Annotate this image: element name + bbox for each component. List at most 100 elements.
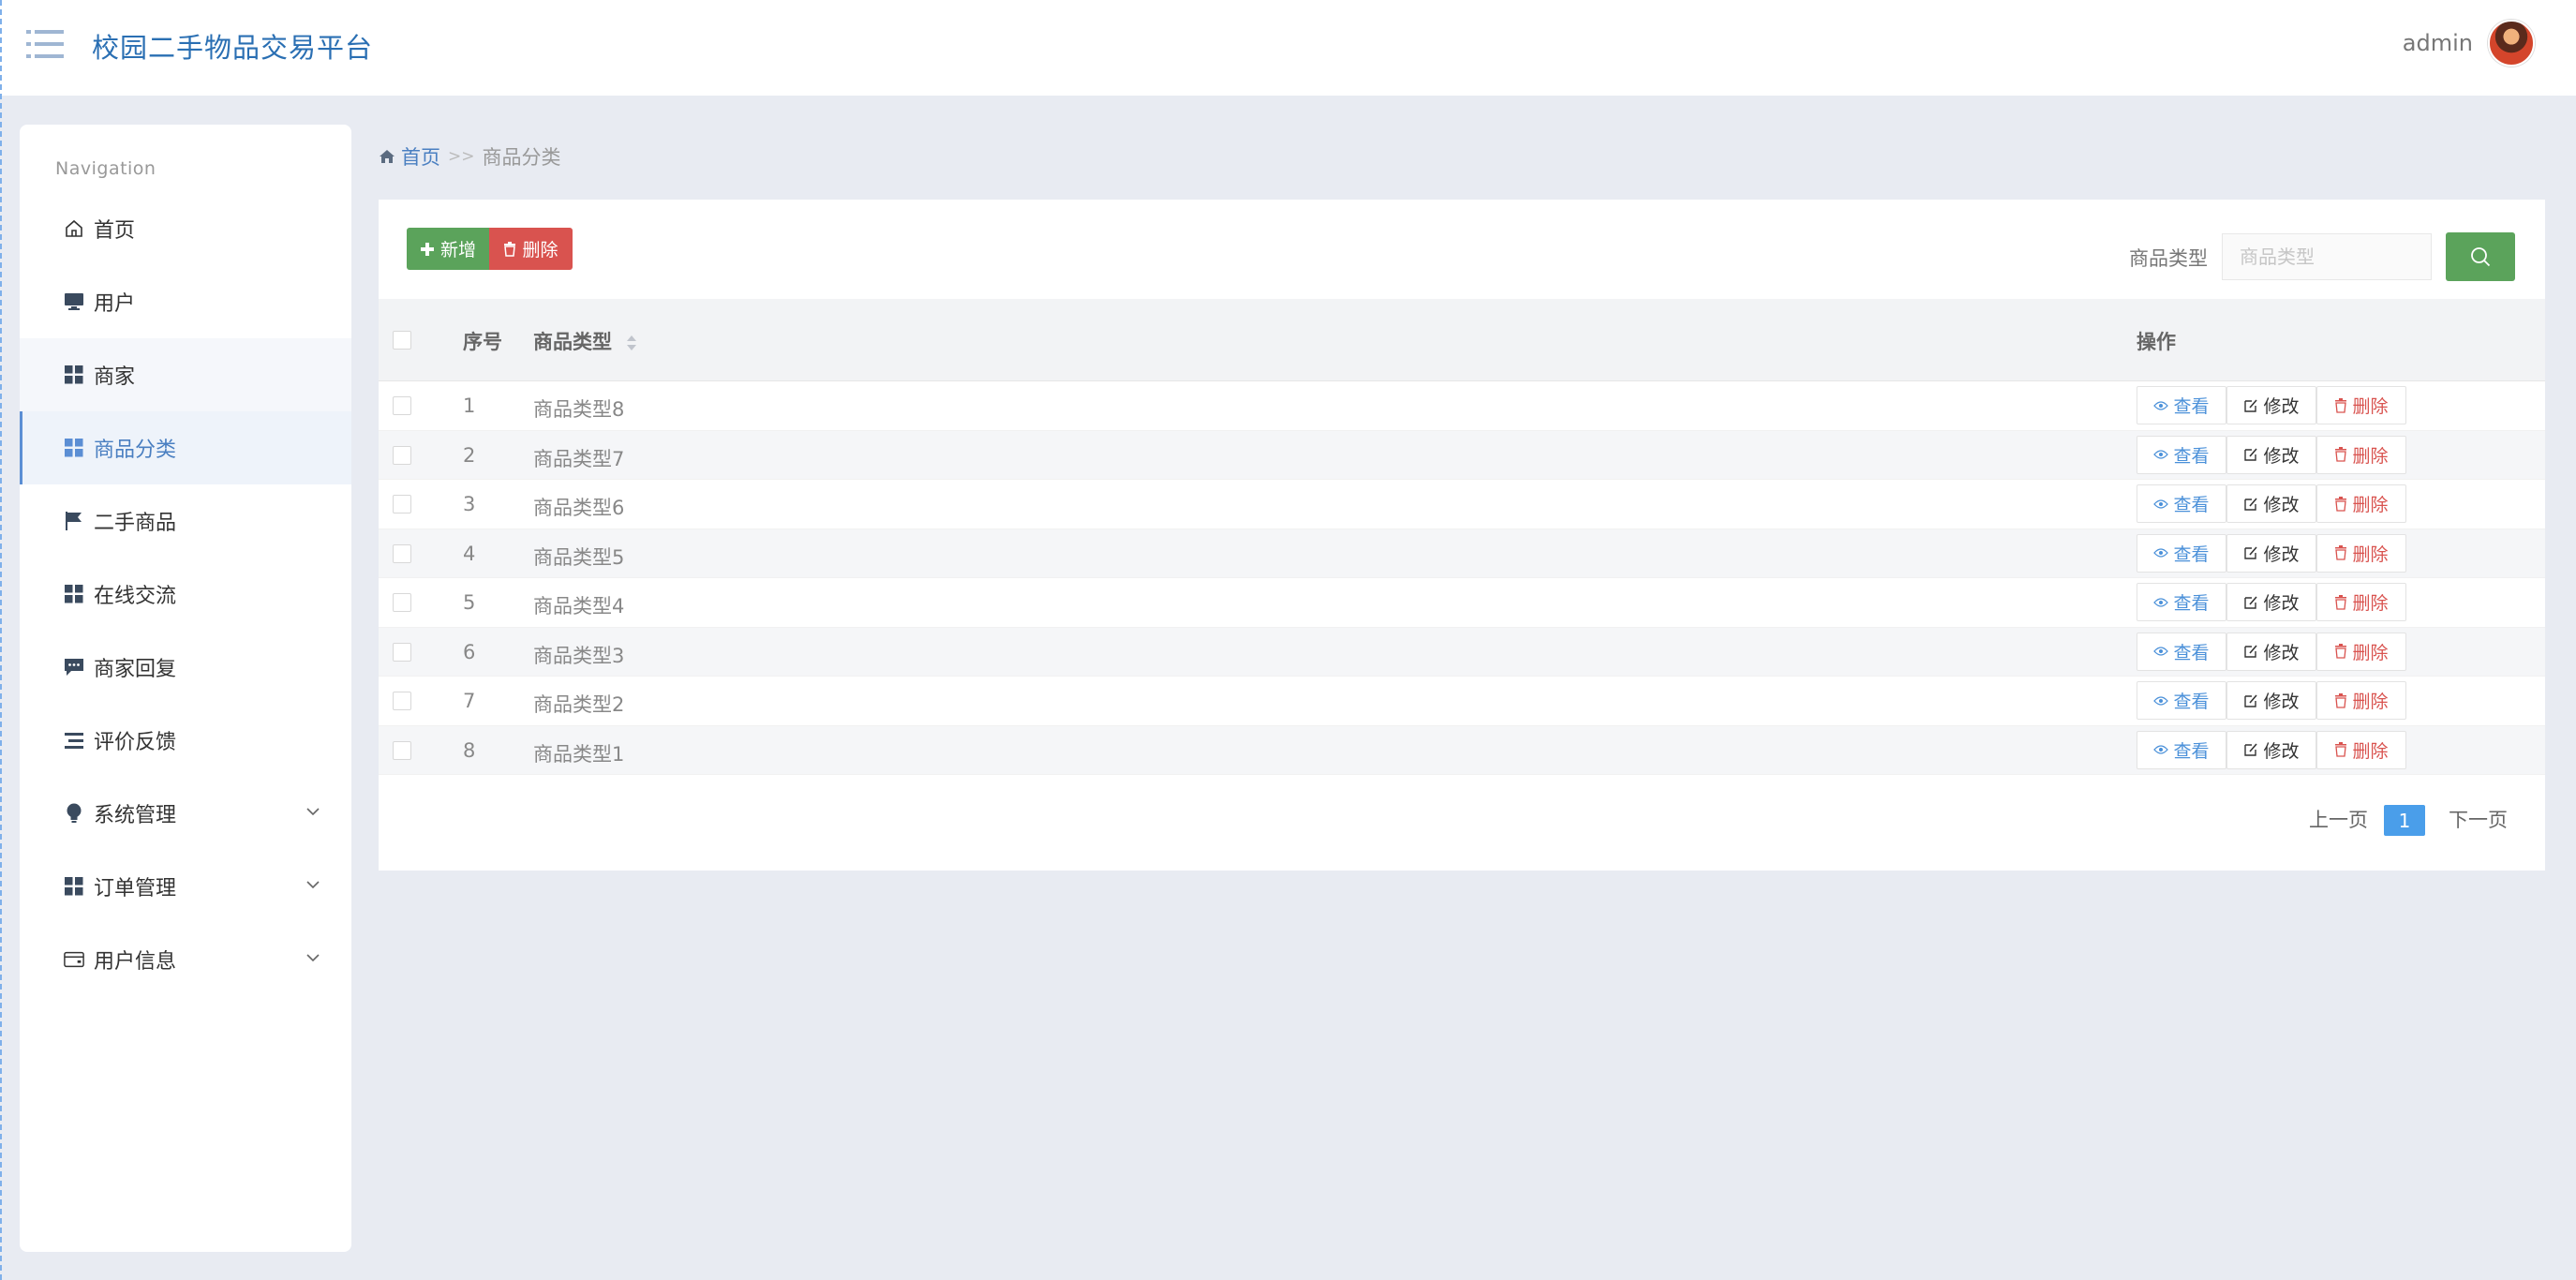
view-button[interactable]: 查看 bbox=[2137, 583, 2226, 621]
table-header: 序号 商品类型 操作 bbox=[379, 299, 2545, 381]
delete-label: 删除 bbox=[2352, 445, 2389, 467]
edit-label: 修改 bbox=[2263, 396, 2300, 417]
delete-label: 删除 bbox=[2352, 740, 2389, 762]
delete-button[interactable]: 删除 bbox=[2316, 533, 2406, 573]
sidebar-item-home[interactable]: 首页 bbox=[20, 192, 351, 265]
view-label: 查看 bbox=[2173, 445, 2210, 467]
edit-icon bbox=[2244, 398, 2258, 412]
trash-icon bbox=[2335, 545, 2347, 560]
sidebar-item-orders[interactable]: 订单管理 bbox=[20, 850, 351, 923]
delete-button[interactable]: 删除 bbox=[2316, 583, 2406, 621]
batch-delete-button[interactable]: 删除 bbox=[489, 228, 573, 270]
sidebar-item-chat[interactable]: 在线交流 bbox=[20, 558, 351, 631]
eye-icon bbox=[2153, 548, 2169, 558]
breadcrumb-home-label: 首页 bbox=[401, 146, 440, 169]
delete-label: 删除 bbox=[2352, 593, 2389, 614]
eye-icon bbox=[2153, 597, 2169, 607]
sidebar-item-categories[interactable]: 商品分类 bbox=[20, 411, 351, 484]
edit-button[interactable]: 修改 bbox=[2226, 583, 2316, 621]
chevron-down-icon bbox=[306, 881, 320, 889]
prev-page-link[interactable]: 上一页 bbox=[2309, 805, 2368, 833]
wallet-icon bbox=[64, 949, 84, 970]
sidebar-item-label: 二手商品 bbox=[94, 512, 177, 535]
nav-caption: Navigation bbox=[55, 158, 156, 179]
row-checkbox[interactable] bbox=[393, 445, 411, 465]
sidebar-item-label: 用户信息 bbox=[94, 950, 177, 974]
delete-button[interactable]: 删除 bbox=[2316, 632, 2406, 671]
eye-icon bbox=[2153, 499, 2169, 509]
edit-button[interactable]: 修改 bbox=[2226, 435, 2316, 474]
next-page-link[interactable]: 下一页 bbox=[2449, 805, 2508, 833]
table-row: 2 商品类型7 查看 修改 删除 bbox=[379, 430, 2545, 480]
cell-type: 商品类型3 bbox=[533, 644, 625, 667]
add-button[interactable]: 新增 bbox=[407, 228, 489, 270]
cell-index: 5 bbox=[463, 591, 476, 614]
row-checkbox[interactable] bbox=[393, 593, 411, 612]
sidebar-item-userinfo[interactable]: 用户信息 bbox=[20, 923, 351, 996]
grid-icon bbox=[64, 438, 84, 458]
trash-icon bbox=[504, 241, 516, 257]
user-menu[interactable]: admin bbox=[2403, 19, 2535, 67]
sidebar-item-system[interactable]: 系统管理 bbox=[20, 777, 351, 850]
view-button[interactable]: 查看 bbox=[2137, 533, 2226, 573]
delete-label: 删除 bbox=[2352, 495, 2389, 515]
edit-button[interactable]: 修改 bbox=[2226, 533, 2316, 573]
delete-button[interactable]: 删除 bbox=[2316, 484, 2406, 523]
view-button[interactable]: 查看 bbox=[2137, 681, 2226, 720]
menu-toggle-icon[interactable] bbox=[26, 28, 64, 60]
batch-delete-button-label: 删除 bbox=[522, 241, 558, 260]
view-button[interactable]: 查看 bbox=[2137, 484, 2226, 523]
delete-button[interactable]: 删除 bbox=[2316, 681, 2406, 720]
breadcrumb-home[interactable]: 首页 bbox=[379, 142, 440, 171]
home-icon bbox=[64, 218, 84, 239]
row-checkbox[interactable] bbox=[393, 692, 411, 710]
header-type[interactable]: 商品类型 bbox=[533, 327, 637, 355]
sort-icon[interactable] bbox=[626, 334, 637, 352]
sidebar-item-secondhand[interactable]: 二手商品 bbox=[20, 484, 351, 558]
row-checkbox[interactable] bbox=[393, 543, 411, 563]
edit-button[interactable]: 修改 bbox=[2226, 730, 2316, 769]
edit-button[interactable]: 修改 bbox=[2226, 632, 2316, 671]
view-button[interactable]: 查看 bbox=[2137, 435, 2226, 474]
eye-icon bbox=[2153, 647, 2169, 656]
sidebar-item-label: 评价反馈 bbox=[94, 731, 177, 754]
eye-icon bbox=[2153, 745, 2169, 754]
table-row: 3 商品类型6 查看 修改 删除 bbox=[379, 480, 2545, 529]
delete-button[interactable]: 删除 bbox=[2316, 730, 2406, 769]
edit-icon bbox=[2244, 448, 2258, 461]
delete-button[interactable]: 删除 bbox=[2316, 435, 2406, 474]
cell-index: 4 bbox=[463, 542, 476, 565]
trash-icon bbox=[2335, 397, 2347, 413]
edit-button[interactable]: 修改 bbox=[2226, 484, 2316, 523]
row-checkbox[interactable] bbox=[393, 642, 411, 662]
grid-icon bbox=[64, 876, 84, 897]
edit-button[interactable]: 修改 bbox=[2226, 681, 2316, 720]
row-checkbox[interactable] bbox=[393, 396, 411, 415]
row-checkbox[interactable] bbox=[393, 740, 411, 760]
edit-label: 修改 bbox=[2263, 445, 2300, 467]
view-button[interactable]: 查看 bbox=[2137, 632, 2226, 671]
sidebar-item-merchants[interactable]: 商家 bbox=[20, 338, 351, 411]
eye-icon bbox=[2153, 695, 2169, 706]
edit-button[interactable]: 修改 bbox=[2226, 386, 2316, 424]
sidebar-item-users[interactable]: 用户 bbox=[20, 265, 351, 338]
view-button[interactable]: 查看 bbox=[2137, 730, 2226, 769]
avatar[interactable] bbox=[2488, 20, 2535, 67]
delete-button[interactable]: 删除 bbox=[2316, 386, 2406, 424]
sidebar-item-label: 订单管理 bbox=[94, 877, 177, 900]
view-button[interactable]: 查看 bbox=[2137, 386, 2226, 424]
sidebar-item-replies[interactable]: 商家回复 bbox=[20, 631, 351, 704]
search-button[interactable] bbox=[2446, 232, 2515, 281]
sidebar-item-label: 商家 bbox=[94, 365, 136, 389]
sidebar-item-feedback[interactable]: 评价反馈 bbox=[20, 704, 351, 777]
cell-index: 1 bbox=[463, 394, 476, 417]
sidebar-item-label: 商品分类 bbox=[94, 439, 177, 462]
page-number-current[interactable]: 1 bbox=[2384, 805, 2425, 836]
edit-icon bbox=[2244, 546, 2258, 559]
row-checkbox[interactable] bbox=[393, 495, 411, 513]
edit-icon bbox=[2244, 497, 2258, 511]
select-all-checkbox[interactable] bbox=[393, 331, 411, 350]
sidebar-item-label: 在线交流 bbox=[94, 585, 177, 608]
search-input[interactable] bbox=[2222, 233, 2432, 280]
breadcrumb: 首页 >> 商品分类 bbox=[379, 142, 561, 171]
